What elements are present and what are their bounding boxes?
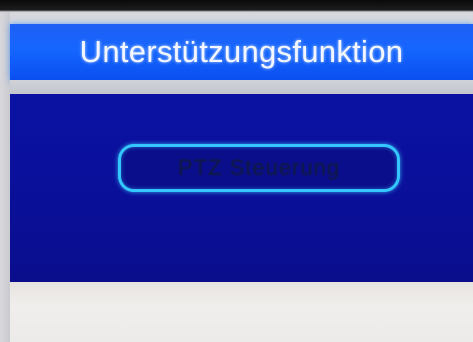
title-separator [10,80,473,94]
ptz-control-label: PTZ Steuerung [177,155,341,180]
screen-frame: Unterstützungsfunktion PTZ Steuerung [0,0,473,342]
dialog-footer [10,282,473,342]
dialog-panel: PTZ Steuerung [10,94,473,282]
bezel-edge [0,12,10,342]
dialog-title-bar: Unterstützungsfunktion [10,24,473,80]
ptz-control-button[interactable]: PTZ Steuerung [118,144,400,192]
dialog-title: Unterstützungsfunktion [79,34,404,69]
